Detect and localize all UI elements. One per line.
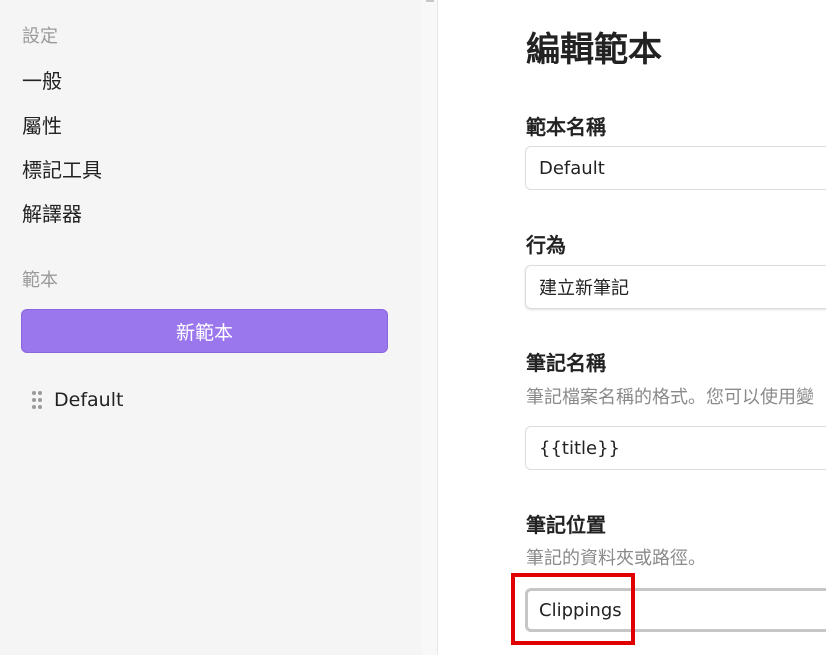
- scrollbar-thumb[interactable]: [426, 0, 434, 2]
- template-name-input[interactable]: [525, 146, 826, 190]
- behavior-select[interactable]: 建立新筆記: [525, 265, 826, 309]
- sidebar-item-properties[interactable]: 屬性: [22, 110, 62, 139]
- note-name-description: 筆記檔案名稱的格式。您可以使用變: [526, 387, 814, 408]
- note-name-label: 筆記名稱: [526, 351, 606, 375]
- sidebar: 設定 一般 屬性 標記工具 解譯器 範本 新範本 Default: [0, 0, 422, 655]
- note-name-input[interactable]: [525, 426, 826, 470]
- templates-heading: 範本: [22, 270, 58, 291]
- sidebar-scrollbar[interactable]: [422, 0, 438, 655]
- note-location-label: 筆記位置: [526, 513, 606, 537]
- note-location-input[interactable]: [525, 588, 826, 632]
- behavior-label: 行為: [526, 233, 566, 257]
- settings-window: 設定 一般 屬性 標記工具 解譯器 範本 新範本 Default 編輯範本 範本…: [0, 0, 826, 655]
- template-name-label: 範本名稱: [526, 115, 606, 139]
- settings-heading: 設定: [22, 26, 58, 47]
- drag-handle-icon[interactable]: [32, 390, 44, 410]
- new-template-button[interactable]: 新範本: [21, 309, 388, 353]
- sidebar-item-interpreter[interactable]: 解譯器: [22, 198, 82, 227]
- template-item-label: Default: [54, 389, 124, 411]
- sidebar-item-highlighter[interactable]: 標記工具: [22, 154, 102, 183]
- note-location-description: 筆記的資料夾或路徑。: [526, 548, 706, 569]
- page-title: 編輯範本: [526, 30, 662, 70]
- sidebar-item-general[interactable]: 一般: [22, 65, 62, 94]
- template-list-item[interactable]: Default: [32, 386, 123, 414]
